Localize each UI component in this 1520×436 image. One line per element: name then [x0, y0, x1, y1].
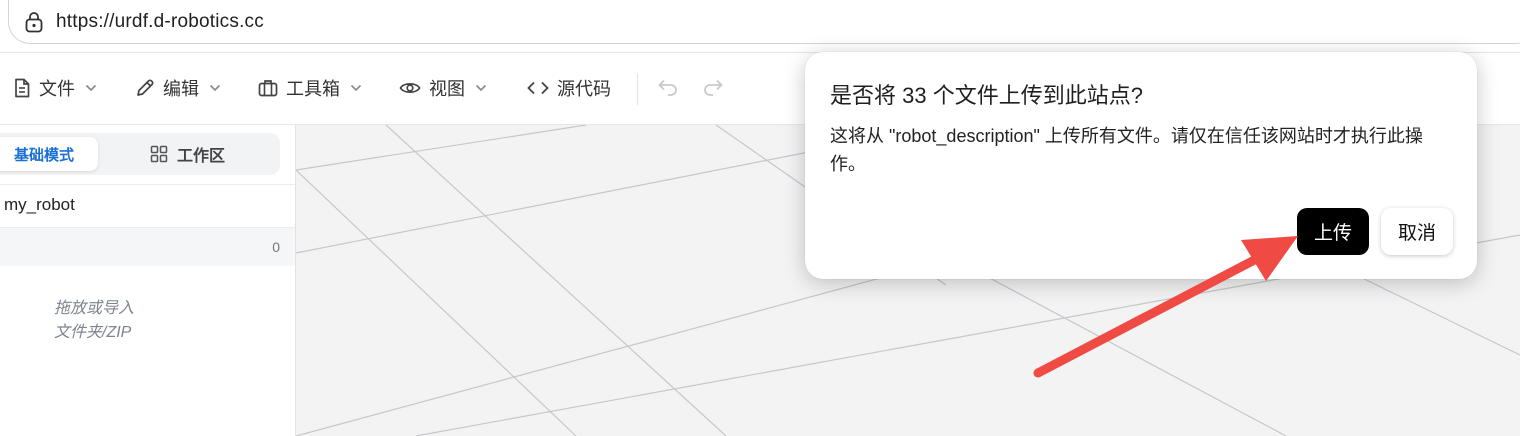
browser-address-bar-area: https://urdf.d-robotics.cc	[0, 0, 1520, 53]
menu-edit-label: 编辑	[163, 79, 199, 100]
toolbar-divider	[637, 73, 638, 105]
menu-toolbox[interactable]: 工具箱	[258, 75, 362, 101]
file-count-row: 0	[0, 228, 295, 266]
menu-source-code-label: 源代码	[557, 79, 611, 100]
redo-icon[interactable]	[701, 77, 725, 101]
dropzone-line-2: 文件夹/ZIP	[54, 324, 132, 341]
url-text[interactable]: https://urdf.d-robotics.cc	[56, 11, 264, 33]
menu-edit[interactable]: 编辑	[135, 75, 221, 101]
chevron-down-icon	[209, 84, 221, 92]
upload-button-label: 上传	[1313, 222, 1352, 244]
tab-workspace-label: 工作区	[177, 146, 226, 165]
file-icon	[15, 78, 30, 98]
dialog-title: 是否将 33 个文件上传到此站点?	[830, 83, 1143, 108]
divider	[0, 184, 295, 185]
lock-icon[interactable]	[24, 11, 44, 33]
dropzone-line-1: 拖放或导入	[54, 300, 135, 317]
mode-switch: 基础模式 工作区	[0, 133, 280, 175]
pencil-icon	[137, 79, 154, 96]
upload-confirm-dialog: 是否将 33 个文件上传到此站点? 这将从 "robot_description…	[805, 52, 1477, 279]
upload-button[interactable]: 上传	[1297, 208, 1369, 255]
address-bar[interactable]: https://urdf.d-robotics.cc	[8, 0, 1520, 44]
dropzone[interactable]: 拖放或导入 文件夹/ZIP	[54, 297, 134, 345]
menu-file-label: 文件	[39, 79, 75, 100]
undo-icon[interactable]	[656, 77, 680, 101]
menu-file[interactable]: 文件	[13, 75, 97, 101]
chevron-down-icon	[85, 84, 97, 92]
tab-workspace[interactable]: 工作区	[150, 143, 225, 165]
menu-source-code[interactable]: 源代码	[527, 75, 611, 101]
toolbox-icon	[258, 80, 278, 97]
chevron-down-icon	[350, 84, 362, 92]
cancel-button[interactable]: 取消	[1381, 208, 1453, 255]
chevron-down-icon	[475, 84, 487, 92]
page: https://urdf.d-robotics.cc 文件 编辑 工具箱 视图 …	[0, 0, 1520, 436]
cancel-button-label: 取消	[1397, 222, 1436, 244]
menu-view[interactable]: 视图	[399, 75, 487, 101]
grid-icon	[150, 145, 168, 163]
menu-view-label: 视图	[429, 79, 465, 100]
left-panel: 基础模式 工作区 my_robot 0 拖放或导入 文件夹/ZIP	[0, 125, 296, 436]
dialog-message: 这将从 "robot_description" 上传所有文件。请仅在信任该网站时…	[830, 126, 1423, 174]
menu-toolbox-label: 工具箱	[286, 79, 340, 100]
tab-basic-mode[interactable]: 基础模式	[0, 137, 98, 171]
tab-basic-mode-label: 基础模式	[13, 145, 74, 164]
robot-name[interactable]: my_robot	[4, 195, 75, 215]
code-icon	[527, 81, 549, 95]
file-count: 0	[272, 239, 280, 255]
eye-icon	[399, 83, 421, 93]
